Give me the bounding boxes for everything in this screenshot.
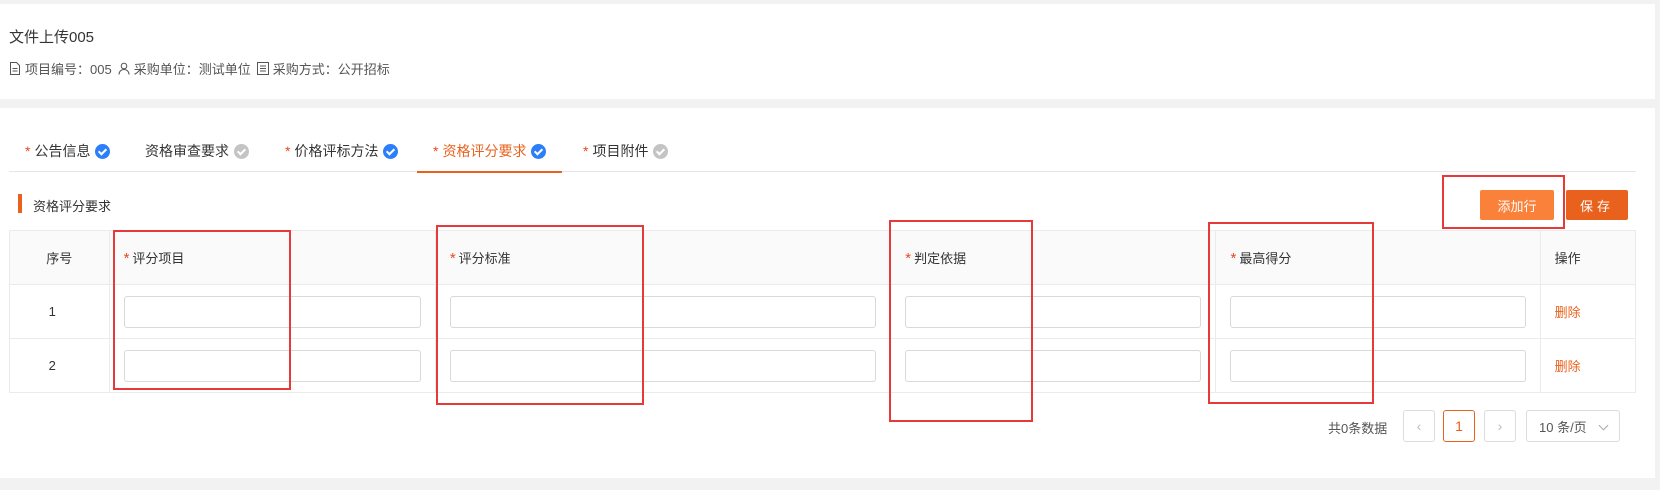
tab-label: 资格评分要求 — [442, 143, 527, 159]
section-accent-bar — [18, 194, 22, 213]
column-header-max-score: * 最高得分 — [1215, 230, 1541, 285]
scoring-table: 序号 * 评分项目 * 评分标准 * 判定依据 * 最高得分 操作 1 删除 2 删除 — [9, 230, 1637, 393]
required-marker: * — [1230, 250, 1237, 267]
judgment-basis-input[interactable] — [905, 349, 1202, 382]
chevron-left-icon: ‹ — [1416, 418, 1422, 434]
tab-price-evaluation[interactable]: * 价格评标方法 — [269, 130, 414, 172]
step-tabs: * 公告信息 资格审查要求 * 价格评标方法 * 资格评分要求 * 项目附件 — [9, 130, 1636, 173]
document-icon — [10, 62, 20, 75]
tab-qualification-review[interactable]: 资格审查要求 — [129, 130, 265, 172]
tab-label: 资格审查要求 — [145, 143, 229, 159]
scoring-item-input[interactable] — [123, 349, 421, 382]
project-header-card — [0, 4, 1655, 99]
scoring-item-input[interactable] — [123, 295, 421, 328]
tab-announcement-info[interactable]: * 公告信息 — [9, 130, 126, 172]
project-title: 文件上传005 — [9, 29, 95, 46]
max-score-input[interactable] — [1230, 295, 1526, 328]
tab-label: 价格评标方法 — [294, 143, 379, 159]
save-button[interactable]: 保存 — [1566, 190, 1628, 220]
column-header-basis: * 判定依据 — [890, 230, 1217, 285]
page-size-select[interactable]: 10 条/页 — [1526, 410, 1620, 442]
column-header-index: 序号 — [9, 230, 110, 285]
required-marker: * — [449, 250, 456, 267]
user-icon — [118, 62, 130, 75]
page-size-value: 10 条/页 — [1539, 419, 1587, 435]
scoring-standard-input[interactable] — [449, 349, 877, 382]
check-circle-icon — [234, 143, 249, 159]
scoring-standard-input[interactable] — [449, 295, 877, 328]
prev-page-button[interactable]: ‹ — [1403, 410, 1435, 442]
check-circle-icon — [383, 143, 399, 159]
section-title: 资格评分要求 — [33, 199, 112, 214]
page-number-button[interactable]: 1 — [1443, 410, 1475, 442]
judgment-basis-input[interactable] — [905, 295, 1202, 328]
check-circle-icon — [95, 143, 111, 159]
purchasing-unit: 采购单位：测试单位 — [133, 62, 251, 77]
column-header-item: * 评分项目 — [108, 230, 436, 285]
row-index: 2 — [9, 338, 110, 393]
tab-label: 公告信息 — [34, 143, 91, 159]
check-circle-icon — [653, 143, 669, 159]
required-marker: * — [905, 250, 912, 267]
pagination-total: 共0条数据 — [1328, 421, 1388, 436]
next-page-button[interactable]: › — [1484, 410, 1516, 442]
table-row: 1 删除 — [9, 284, 1637, 339]
tab-label: 项目附件 — [592, 143, 649, 159]
chevron-down-icon — [1598, 420, 1609, 431]
project-code: 项目编号：005 — [25, 62, 112, 77]
delete-row-link[interactable]: 删除 — [1555, 359, 1581, 374]
row-index: 1 — [9, 284, 110, 339]
check-circle-icon — [531, 143, 547, 159]
max-score-input[interactable] — [1230, 349, 1526, 382]
table-header-row: 序号 * 评分项目 * 评分标准 * 判定依据 * 最高得分 操作 — [9, 230, 1637, 285]
purchase-method: 采购方式：公开招标 — [272, 62, 390, 77]
table-row: 2 删除 — [9, 338, 1637, 393]
required-marker: * — [583, 143, 589, 159]
required-marker: * — [123, 250, 130, 267]
project-meta: 项目编号：005 采购单位：测试单位 采购方式：公开招标 — [9, 59, 396, 78]
required-marker: * — [433, 143, 439, 159]
required-marker: * — [285, 143, 291, 159]
chevron-right-icon: › — [1497, 418, 1503, 434]
delete-row-link[interactable]: 删除 — [1555, 305, 1581, 320]
add-row-button[interactable]: 添加行 — [1480, 190, 1554, 220]
list-icon — [256, 62, 269, 75]
tab-project-attachments[interactable]: * 项目附件 — [567, 130, 684, 172]
column-header-action: 操作 — [1539, 230, 1637, 285]
required-marker: * — [25, 143, 31, 159]
column-header-standard: * 评分标准 — [434, 230, 892, 285]
tab-qualification-scoring[interactable]: * 资格评分要求 — [417, 130, 563, 173]
